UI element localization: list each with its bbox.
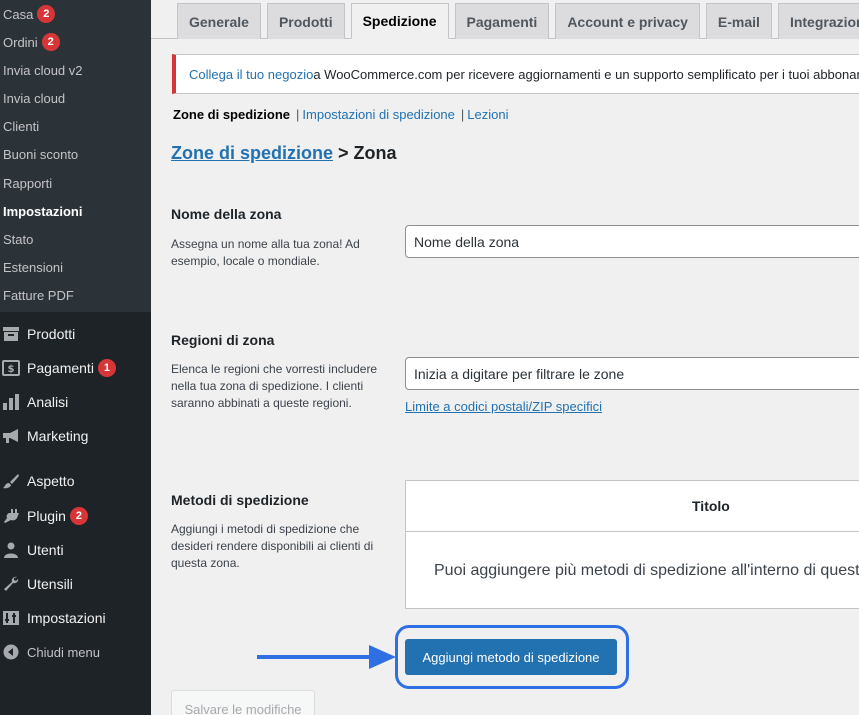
- menu-label: Marketing: [27, 428, 89, 444]
- table-empty-message: Puoi aggiungere più metodi di spedizione…: [434, 561, 859, 579]
- submenu-item-impostazioni[interactable]: Impostazioni: [3, 201, 82, 221]
- menu-item-plugin[interactable]: Plugin 2: [0, 504, 151, 528]
- menu-label: Chiudi menu: [27, 644, 100, 660]
- svg-text:$: $: [8, 364, 15, 375]
- submenu-item-estensioni[interactable]: Estensioni: [3, 257, 63, 277]
- table-header-title: Titolo: [406, 481, 859, 532]
- shipping-methods-description: Aggiungi i metodi di spedizione che desi…: [171, 522, 374, 570]
- subnav-shipping-zones[interactable]: Zone di spedizione: [173, 107, 290, 122]
- woocommerce-connect-notice: Collega il tuo negozio a WooCommerce.com…: [172, 54, 859, 94]
- tab-spedizione[interactable]: Spedizione: [350, 3, 449, 39]
- notification-badge: 2: [37, 5, 56, 23]
- submenu-label: Ordini: [3, 34, 38, 50]
- plugin-icon: [1, 506, 21, 526]
- shipping-methods-table: Titolo Puoi aggiungere più metodi di spe…: [405, 480, 859, 609]
- subnav-separator: |: [296, 107, 300, 122]
- breadcrumb: Zone di spedizione > Zona: [171, 143, 397, 164]
- zone-regions-description: Elenca le regioni che vorresti includere…: [171, 362, 378, 410]
- admin-sidebar: Casa 2 Ordini 2 Invia cloud v2 Invia clo…: [0, 0, 151, 715]
- subnav-lessons[interactable]: Lezioni: [467, 107, 508, 122]
- menu-item-impostazioni[interactable]: Impostazioni: [0, 606, 151, 630]
- bar-chart-icon: [1, 392, 21, 412]
- menu-item-utenti[interactable]: Utenti: [0, 538, 151, 562]
- submenu-item-rapporti[interactable]: Rapporti: [3, 173, 52, 193]
- menu-label: Pagamenti: [27, 360, 94, 376]
- user-icon: [1, 540, 21, 560]
- menu-item-aspetto[interactable]: Aspetto: [0, 469, 151, 493]
- woocommerce-submenu: Casa 2 Ordini 2 Invia cloud v2 Invia clo…: [0, 0, 151, 312]
- menu-label: Utenti: [27, 542, 64, 558]
- breadcrumb-shipping-zones-link[interactable]: Zone di spedizione: [171, 143, 333, 163]
- menu-item-analisi[interactable]: Analisi: [0, 390, 151, 414]
- tab-generale[interactable]: Generale: [177, 3, 261, 39]
- tab-integrazione[interactable]: Integrazione: [777, 3, 859, 39]
- settings-tabs: Generale Prodotti Spedizione Pagamenti A…: [177, 3, 859, 39]
- submenu-item-buoni-sconto[interactable]: Buoni sconto: [3, 144, 78, 164]
- menu-label: Utensili: [27, 576, 73, 592]
- notification-badge: 1: [97, 359, 116, 377]
- submenu-item-invia-cloud-v2[interactable]: Invia cloud v2: [3, 60, 83, 80]
- menu-item-marketing[interactable]: Marketing: [0, 424, 151, 448]
- menu-label: Plugin: [27, 508, 66, 524]
- subnav-shipping-settings[interactable]: Impostazioni di spedizione: [302, 107, 454, 122]
- menu-item-prodotti[interactable]: Prodotti: [0, 322, 151, 346]
- tab-account-privacy[interactable]: Account e privacy: [555, 3, 700, 39]
- settings-icon: [1, 608, 21, 628]
- pointer-arrow-icon: [257, 645, 396, 669]
- save-changes-button[interactable]: Salvare le modifiche: [171, 690, 315, 715]
- notification-badge: 2: [41, 33, 60, 51]
- collapse-icon: [1, 642, 21, 662]
- limit-postcodes-link[interactable]: Limite a codici postali/ZIP specifici: [405, 399, 602, 414]
- connect-store-link[interactable]: Collega il tuo negozio: [189, 67, 313, 82]
- submenu-item-fatture-pdf[interactable]: Fatture PDF: [3, 285, 74, 305]
- menu-label: Aspetto: [27, 473, 75, 489]
- submenu-label: Casa: [3, 6, 34, 22]
- main-content: Generale Prodotti Spedizione Pagamenti A…: [151, 0, 859, 715]
- wrench-icon: [1, 574, 21, 594]
- zone-name-description: Assegna un nome alla tua zona! Ad esempi…: [171, 237, 360, 268]
- zone-regions-label: Regioni di zona: [171, 332, 275, 348]
- shipping-methods-label: Metodi di spedizione: [171, 492, 309, 508]
- tab-pagamenti[interactable]: Pagamenti: [454, 3, 550, 39]
- menu-label: Analisi: [27, 394, 69, 410]
- shipping-subnav: Zone di spedizione | Impostazioni di spe…: [173, 107, 508, 122]
- submenu-item-casa[interactable]: Casa 2: [3, 4, 56, 24]
- menu-item-utensili[interactable]: Utensili: [0, 572, 151, 596]
- menu-item-pagamenti[interactable]: $ Pagamenti 1: [0, 356, 151, 380]
- zone-name-input[interactable]: Nome della zona: [405, 225, 859, 258]
- tab-prodotti[interactable]: Prodotti: [266, 3, 345, 39]
- dollar-icon: $: [1, 358, 21, 378]
- zone-name-label: Nome della zona: [171, 206, 282, 222]
- notification-badge: 2: [69, 507, 88, 525]
- zone-regions-input[interactable]: Inizia a digitare per filtrare le zone: [405, 357, 859, 390]
- add-shipping-method-button[interactable]: Aggiungi metodo di spedizione: [405, 639, 617, 675]
- submenu-item-invia-cloud[interactable]: Invia cloud: [3, 88, 65, 108]
- tab-email[interactable]: E-mail: [705, 3, 772, 39]
- submenu-item-stato[interactable]: Stato: [3, 229, 33, 249]
- submenu-item-ordini[interactable]: Ordini 2: [3, 32, 60, 52]
- megaphone-icon: [1, 426, 21, 446]
- submenu-item-clienti[interactable]: Clienti: [3, 116, 39, 136]
- subnav-separator: |: [460, 107, 465, 122]
- menu-label: Impostazioni: [27, 610, 106, 626]
- notice-text: a WooCommerce.com per ricevere aggiornam…: [313, 66, 859, 82]
- menu-label: Prodotti: [27, 326, 76, 342]
- paintbrush-icon: [1, 471, 21, 491]
- archive-icon: [1, 324, 21, 344]
- collapse-menu-button[interactable]: Chiudi menu: [0, 640, 151, 664]
- breadcrumb-current: > Zona: [333, 143, 397, 163]
